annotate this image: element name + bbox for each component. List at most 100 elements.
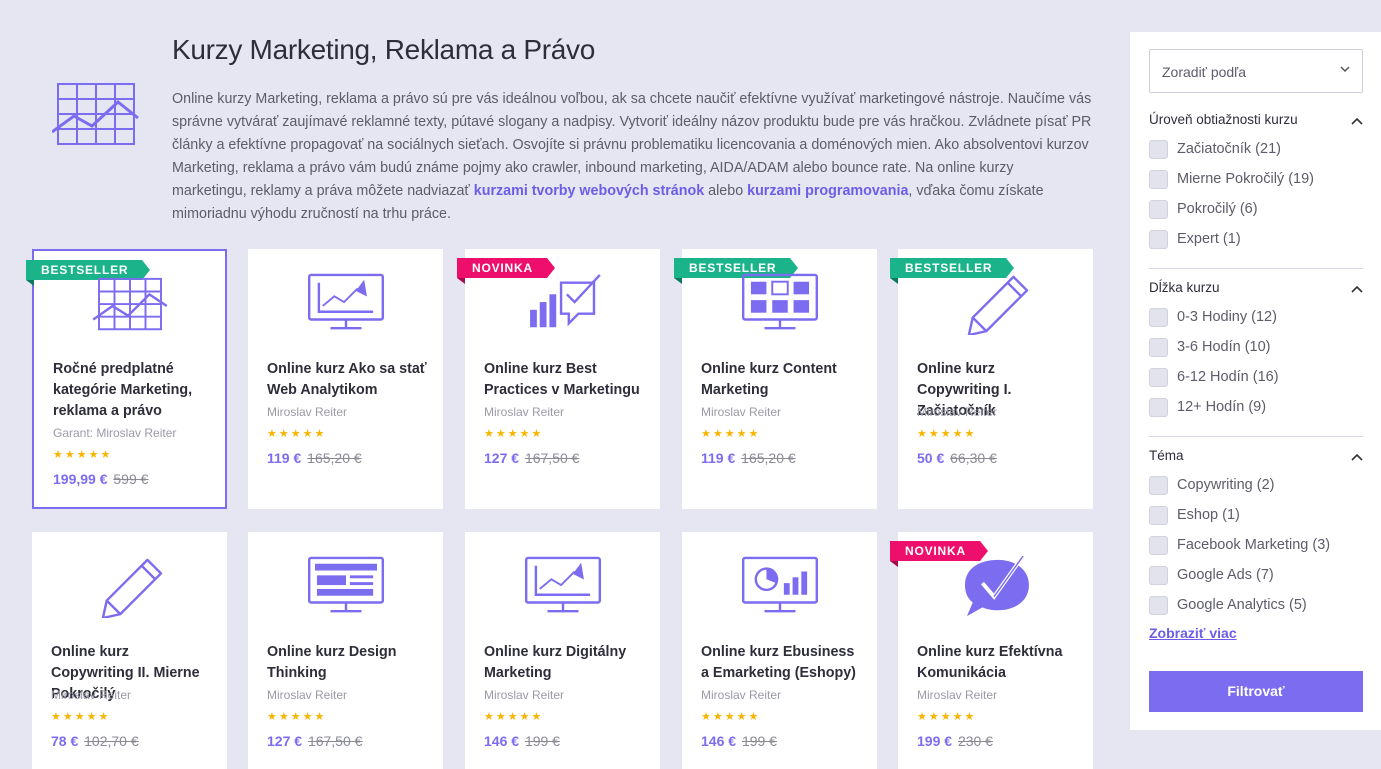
- filter-checkbox[interactable]: [1149, 307, 1168, 327]
- filter-button[interactable]: Filtrovať: [1149, 671, 1363, 712]
- current-price: 127 €: [484, 450, 520, 466]
- old-price: 599 €: [113, 471, 149, 487]
- filter-option[interactable]: Facebook Marketing (3): [1149, 535, 1330, 555]
- chevron-up-icon[interactable]: [1351, 453, 1363, 461]
- filter-option[interactable]: 0-3 Hodiny (12): [1149, 307, 1277, 327]
- rating-stars: ★★★★★: [267, 428, 327, 440]
- filter-checkbox[interactable]: [1149, 199, 1168, 219]
- filter-checkbox[interactable]: [1149, 367, 1168, 387]
- course-price: 127 € 167,50 €: [484, 450, 579, 466]
- filter-option[interactable]: 3-6 Hodín (10): [1149, 337, 1271, 357]
- sort-select[interactable]: Zoradiť podľa: [1149, 49, 1363, 93]
- current-price: 119 €: [267, 450, 302, 466]
- filter-option-label: Copywriting (2): [1177, 477, 1275, 493]
- course-title[interactable]: Online kurz Digitálny Marketing: [484, 642, 648, 684]
- filter-checkbox[interactable]: [1149, 139, 1168, 159]
- course-title[interactable]: Online kurz Efektívna Komunikácia: [917, 642, 1081, 684]
- filter-option-label: Google Analytics (5): [1177, 597, 1307, 613]
- monitor-pie-icon: [741, 556, 818, 613]
- filter-checkbox[interactable]: [1149, 505, 1168, 525]
- filter-checkbox[interactable]: [1149, 397, 1168, 417]
- filter-checkbox[interactable]: [1149, 229, 1168, 249]
- course-author: Miroslav Reiter: [484, 405, 565, 419]
- filter-checkbox[interactable]: [1149, 169, 1168, 189]
- filter-option-label: 0-3 Hodiny (12): [1177, 309, 1277, 325]
- current-price: 146 €: [484, 733, 520, 749]
- course-card[interactable]: Online kurz Ebusiness a Emarketing (Esho…: [682, 532, 877, 769]
- course-card[interactable]: BESTSELLER Online kurz Copywriting I. Zač…: [890, 249, 1093, 509]
- show-more-link[interactable]: Zobraziť viac: [1149, 625, 1237, 641]
- course-price: 50 € 66,30 €: [917, 450, 997, 466]
- rating-stars: ★★★★★: [484, 711, 544, 723]
- filter-option[interactable]: 12+ Hodín (9): [1149, 397, 1266, 417]
- filter-checkbox[interactable]: [1149, 565, 1168, 585]
- grid-chart-icon: [52, 83, 139, 145]
- course-title[interactable]: Ročné predplatné kategórie Marketing, re…: [53, 359, 213, 422]
- bars-check-icon: [529, 274, 601, 328]
- course-card[interactable]: Online kurz Copywriting II. Mierne Pokro…: [32, 532, 227, 769]
- filter-checkbox[interactable]: [1149, 337, 1168, 357]
- filter-group-title[interactable]: Úroveň obtiažnosti kurzu: [1149, 112, 1298, 127]
- course-title[interactable]: Online kurz Ako sa stať Web Analytikom: [267, 359, 431, 401]
- filter-option[interactable]: Google Analytics (5): [1149, 595, 1307, 615]
- filter-checkbox[interactable]: [1149, 535, 1168, 555]
- course-card[interactable]: Online kurz Digitálny Marketing Miroslav …: [465, 532, 660, 769]
- sort-select-label: Zoradiť podľa: [1162, 64, 1247, 80]
- filter-checkbox[interactable]: [1149, 595, 1168, 615]
- course-card[interactable]: NOVINKA Online kurz Efektívna Komunikácia…: [890, 532, 1093, 769]
- course-title[interactable]: Online kurz Ebusiness a Emarketing (Esho…: [701, 642, 865, 684]
- filter-option-label: Eshop (1): [1177, 507, 1240, 523]
- filter-option[interactable]: Začiatočník (21): [1149, 139, 1281, 159]
- filter-option-label: Pokročilý (6): [1177, 201, 1258, 217]
- intro-text-part: alebo: [704, 183, 748, 199]
- course-card[interactable]: NOVINKA Online kurz Best Practices v Mark…: [457, 249, 660, 509]
- rating-stars: ★★★★★: [267, 711, 327, 723]
- filter-checkbox[interactable]: [1149, 475, 1168, 495]
- page-title: Kurzy Marketing, Reklama a Právo: [172, 34, 596, 65]
- monitor-chart-icon: [524, 556, 601, 613]
- filter-option-label: Expert (1): [1177, 231, 1241, 247]
- filter-option[interactable]: Eshop (1): [1149, 505, 1240, 525]
- chevron-up-icon[interactable]: [1351, 285, 1363, 293]
- course-author: Garant: Miroslav Reiter: [53, 426, 177, 440]
- course-author: Miroslav Reiter: [917, 405, 998, 419]
- course-card[interactable]: Online kurz Design Thinking Miroslav Reit…: [248, 532, 443, 769]
- pencil-icon: [967, 275, 1028, 335]
- filter-option-label: Začiatočník (21): [1177, 141, 1281, 157]
- course-title[interactable]: Online kurz Best Practices v Marketingu: [484, 359, 648, 401]
- filter-divider: [1149, 268, 1363, 269]
- filter-option-label: Mierne Pokročilý (19): [1177, 171, 1314, 187]
- filter-divider: [1149, 436, 1363, 437]
- filter-option[interactable]: Pokročilý (6): [1149, 199, 1258, 219]
- filter-option-label: Google Ads (7): [1177, 567, 1274, 583]
- old-price: 230 €: [957, 733, 993, 749]
- intro-text: Online kurzy Marketing, reklama a právo …: [172, 88, 1092, 226]
- course-title[interactable]: Online kurz Design Thinking: [267, 642, 431, 684]
- rating-stars: ★★★★★: [917, 428, 977, 440]
- filter-option[interactable]: Expert (1): [1149, 229, 1241, 249]
- old-price: 199 €: [524, 733, 560, 749]
- filter-group-title[interactable]: Téma: [1149, 448, 1184, 463]
- course-card[interactable]: BESTSELLER Online kurz Content Marketing M…: [674, 249, 877, 509]
- grid-chart-icon: [91, 277, 167, 331]
- link-web-courses[interactable]: kurzami tvorby webových stránok: [474, 183, 704, 199]
- course-author: Miroslav Reiter: [917, 688, 998, 702]
- course-card[interactable]: BESTSELLER Ročné predplatné kategórie Mar…: [26, 249, 227, 509]
- filter-option[interactable]: 6-12 Hodín (16): [1149, 367, 1279, 387]
- current-price: 78 €: [51, 733, 79, 749]
- course-title[interactable]: Online kurz Content Marketing: [701, 359, 865, 401]
- filter-option[interactable]: Google Ads (7): [1149, 565, 1274, 585]
- course-author: Miroslav Reiter: [701, 405, 782, 419]
- course-author: Miroslav Reiter: [701, 688, 782, 702]
- link-programming-courses[interactable]: kurzami programovania: [747, 183, 908, 199]
- old-price: 167,50 €: [524, 450, 580, 466]
- current-price: 127 €: [267, 733, 303, 749]
- chevron-up-icon[interactable]: [1351, 117, 1363, 125]
- course-author: Miroslav Reiter: [267, 688, 348, 702]
- course-author: Miroslav Reiter: [267, 405, 348, 419]
- filter-option-label: 6-12 Hodín (16): [1177, 369, 1279, 385]
- filter-group-title[interactable]: Dĺžka kurzu: [1149, 280, 1220, 295]
- course-card[interactable]: Online kurz Ako sa stať Web Analytikom Mi…: [248, 249, 443, 509]
- filter-option[interactable]: Copywriting (2): [1149, 475, 1275, 495]
- filter-option[interactable]: Mierne Pokročilý (19): [1149, 169, 1314, 189]
